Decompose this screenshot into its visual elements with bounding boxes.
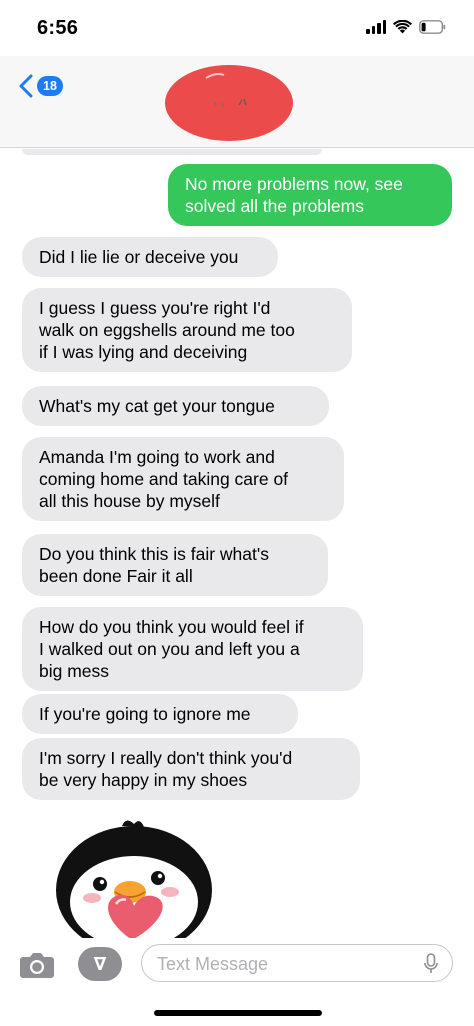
text-message-input[interactable]: Text Message [141,944,453,982]
app-store-button[interactable]: ∇ [78,947,122,981]
back-button[interactable]: 18 [18,74,63,98]
message-text: If you're going to ignore me [39,704,251,724]
received-message-bubble[interactable]: What's my cat get your tongue [22,386,329,426]
status-icons [366,20,446,34]
received-message-bubble[interactable]: Do you think this is fair what's been do… [22,534,328,596]
message-text: What's my cat get your tongue [39,396,275,416]
unread-count-badge: 18 [37,76,63,96]
message-text: How do you think you would feel if I wal… [39,617,304,681]
home-indicator [154,1010,322,1016]
cellular-signal-icon [366,20,386,34]
text-message-placeholder: Text Message [157,954,269,974]
message-text: I guess I guess you're right I'd walk on… [39,298,295,362]
received-message-bubble[interactable]: Did I lie lie or deceive you [22,237,278,277]
received-message-bubble[interactable]: If you're going to ignore me [22,694,298,734]
message-text: Amanda I'm going to work and coming home… [39,447,289,511]
conversation-header: 18 [0,56,474,148]
message-text: Do you think this is fair what's been do… [39,544,269,586]
message-text: Did I lie lie or deceive you [39,247,239,267]
received-message-bubble[interactable]: I'm sorry I really don't think you'd be … [22,738,360,800]
status-bar: 6:56 [0,0,474,60]
penguin-heart-sticker-icon[interactable] [54,818,212,940]
status-time: 6:56 [37,17,79,39]
camera-icon[interactable] [19,949,55,979]
wifi-icon [393,20,412,34]
chevron-left-icon [19,74,33,98]
contact-avatar[interactable] [164,60,294,144]
battery-low-icon [419,20,446,34]
received-message-bubble[interactable]: Amanda I'm going to work and coming home… [22,437,344,521]
message-text: I'm sorry I really don't think you'd be … [39,748,293,790]
app-store-icon: ∇ [93,953,107,974]
sent-message-bubble[interactable]: No more problems now, see solved all the… [168,164,452,226]
microphone-icon[interactable] [424,953,438,975]
partial-message-bubble [22,149,322,155]
received-message-bubble[interactable]: I guess I guess you're right I'd walk on… [22,288,352,372]
received-message-bubble[interactable]: How do you think you would feel if I wal… [22,607,363,691]
message-input-bar: ∇ Text Message [0,938,474,998]
message-text: No more problems now, see solved all the… [185,174,403,216]
